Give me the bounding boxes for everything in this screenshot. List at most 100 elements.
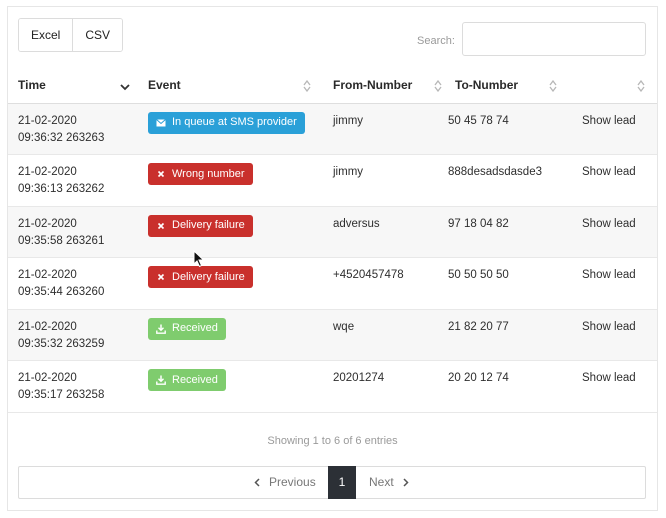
- next-page-label: Next: [369, 475, 394, 489]
- table-header-row: Time Event From-Number To-Number: [8, 68, 657, 104]
- x-icon: [156, 169, 172, 179]
- column-header-label: Time: [18, 78, 46, 93]
- envelope-icon: [156, 118, 172, 128]
- column-header-label: To-Number: [455, 78, 519, 93]
- actions-cell: Show lead: [568, 206, 657, 258]
- event-time: 09:36:32 263263: [18, 131, 105, 144]
- mouse-pointer-icon: [193, 250, 205, 268]
- column-header-event[interactable]: Event: [138, 68, 323, 104]
- csv-export-button[interactable]: CSV: [72, 19, 123, 51]
- event-status-badge: In queue at SMS provider: [148, 111, 305, 134]
- event-status-badge: Delivery failure: [148, 266, 253, 288]
- sms-log-panel: Excel CSV Search: Time Event From-Number…: [7, 6, 658, 511]
- actions-cell: Show lead: [568, 309, 657, 361]
- actions-cell: Show lead: [568, 360, 657, 413]
- sort-icon: [637, 80, 645, 92]
- event-time: 09:35:44 263260: [18, 286, 105, 298]
- chevron-left-icon: [254, 478, 260, 487]
- event-date: 21-02-2020: [18, 114, 77, 127]
- search-label: Search:: [417, 35, 455, 47]
- to-number-cell: 97 18 04 82: [445, 206, 568, 258]
- table-row: 21-02-2020 09:35:17 263258 Received 2020127…: [8, 360, 657, 413]
- download-icon: [156, 375, 172, 385]
- column-header-label: Event: [148, 78, 181, 93]
- chevron-right-icon: [403, 478, 409, 487]
- from-number-cell: adversus: [323, 206, 445, 258]
- event-date: 21-02-2020: [18, 372, 77, 384]
- sort-icon: [303, 80, 311, 92]
- column-header-to-number[interactable]: To-Number: [445, 68, 568, 104]
- show-lead-link[interactable]: Show lead: [582, 269, 636, 281]
- to-number-cell: 888desadsdasde3: [445, 154, 568, 207]
- x-icon: [156, 272, 172, 282]
- event-time: 09:36:13 263262: [18, 183, 105, 195]
- column-header-label: From-Number: [333, 78, 413, 93]
- previous-page-label: Previous: [269, 475, 316, 489]
- sort-icon: [549, 80, 557, 92]
- search-input[interactable]: [462, 22, 646, 56]
- event-cell: Wrong number: [138, 154, 323, 207]
- event-status-label: Wrong number: [172, 167, 245, 180]
- event-date: 21-02-2020: [18, 320, 77, 333]
- pagination: Previous 1 Next: [18, 466, 646, 499]
- show-lead-link[interactable]: Show lead: [582, 166, 636, 178]
- time-cell: 21-02-2020 09:35:17 263258: [8, 360, 138, 413]
- table-row: 21-02-2020 09:35:58 263261 Delivery failur…: [8, 206, 657, 258]
- from-number-cell: jimmy: [323, 103, 445, 155]
- event-time: 09:35:17 263258: [18, 389, 105, 401]
- to-number-cell: 50 45 78 74: [445, 103, 568, 155]
- event-status-badge: Wrong number: [148, 163, 253, 185]
- x-icon: [156, 221, 172, 231]
- time-cell: 21-02-2020 09:35:44 263260: [8, 257, 138, 310]
- to-number-cell: 20 20 12 74: [445, 360, 568, 413]
- table-row: 21-02-2020 09:36:13 263262 Wrong number jim…: [8, 154, 657, 207]
- column-header-time[interactable]: Time: [8, 68, 138, 104]
- event-status-label: Received: [172, 373, 218, 386]
- table-row: 21-02-2020 09:35:44 263260 Delivery failur…: [8, 257, 657, 310]
- event-status-badge: Received: [148, 369, 226, 391]
- table-body: 21-02-2020 09:36:32 263263 In queue at SMS…: [8, 103, 657, 413]
- show-lead-link[interactable]: Show lead: [582, 115, 636, 127]
- actions-cell: Show lead: [568, 154, 657, 207]
- from-number-cell: wqe: [323, 309, 445, 361]
- export-button-group: Excel CSV: [18, 18, 124, 52]
- entries-info: Showing 1 to 6 of 6 entries: [267, 435, 398, 447]
- events-table: Time Event From-Number To-Number 21-02-2…: [8, 68, 657, 413]
- event-cell: In queue at SMS provider: [138, 103, 323, 155]
- download-icon: [156, 324, 172, 334]
- time-cell: 21-02-2020 09:36:13 263262: [8, 154, 138, 207]
- show-lead-link[interactable]: Show lead: [582, 372, 636, 384]
- time-cell: 21-02-2020 09:36:32 263263: [8, 103, 138, 155]
- column-header-actions[interactable]: [568, 68, 657, 104]
- sort-descending-icon: [120, 84, 130, 91]
- previous-page-button[interactable]: Previous: [254, 467, 316, 498]
- from-number-cell: jimmy: [323, 154, 445, 207]
- show-lead-link[interactable]: Show lead: [582, 321, 636, 333]
- next-page-button[interactable]: Next: [369, 467, 409, 498]
- event-status-label: In queue at SMS provider: [172, 116, 297, 128]
- show-lead-link[interactable]: Show lead: [582, 218, 636, 230]
- table-row: 21-02-2020 09:35:32 263259 Received wqe 21 8…: [8, 309, 657, 361]
- event-status-badge: Delivery failure: [148, 214, 253, 237]
- event-cell: Delivery failure: [138, 206, 323, 258]
- event-cell: Delivery failure: [138, 257, 323, 310]
- excel-export-button[interactable]: Excel: [19, 19, 73, 51]
- sort-icon: [434, 80, 442, 92]
- from-number-cell: +4520457478: [323, 257, 445, 310]
- to-number-cell: 21 82 20 77: [445, 309, 568, 361]
- event-status-label: Delivery failure: [172, 219, 245, 231]
- event-time: 09:35:58 263261: [18, 234, 105, 247]
- actions-cell: Show lead: [568, 103, 657, 155]
- actions-cell: Show lead: [568, 257, 657, 310]
- event-date: 21-02-2020: [18, 217, 77, 230]
- time-cell: 21-02-2020 09:35:32 263259: [8, 309, 138, 361]
- column-header-from-number[interactable]: From-Number: [323, 68, 445, 104]
- event-time: 09:35:32 263259: [18, 337, 105, 350]
- event-cell: Received: [138, 360, 323, 413]
- event-status-badge: Received: [148, 317, 226, 340]
- event-status-label: Delivery failure: [172, 270, 245, 283]
- from-number-cell: 20201274: [323, 360, 445, 413]
- event-status-label: Received: [172, 322, 218, 334]
- event-date: 21-02-2020: [18, 166, 77, 178]
- page-1-button[interactable]: 1: [328, 466, 356, 499]
